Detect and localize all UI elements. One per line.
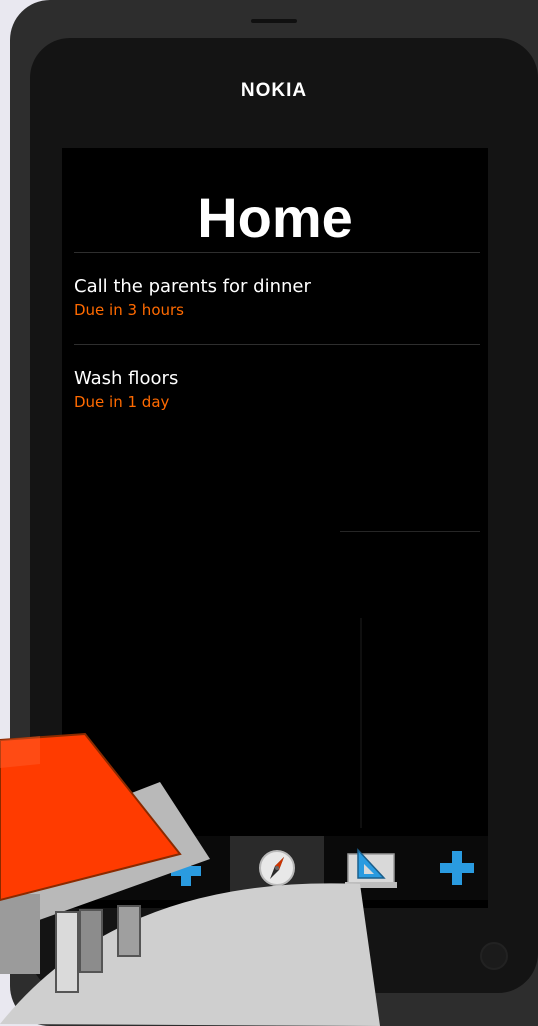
earpiece bbox=[251, 19, 297, 23]
task-divider bbox=[74, 344, 480, 345]
task-due-label: Due in 1 day bbox=[74, 393, 170, 411]
add-task-button[interactable] bbox=[410, 836, 504, 900]
brand-logo: NOKIA bbox=[240, 80, 308, 101]
plus-icon bbox=[440, 851, 474, 885]
list-divider bbox=[340, 531, 480, 532]
front-camera-icon bbox=[480, 942, 508, 970]
task-title: Wash floors bbox=[74, 368, 179, 389]
task-item[interactable]: Wash floors Due in 1 day bbox=[74, 368, 474, 412]
task-due-label: Due in 3 hours bbox=[74, 301, 184, 319]
task-item[interactable]: Call the parents for dinner Due in 3 hou… bbox=[74, 276, 474, 320]
page-title: Home bbox=[197, 186, 353, 249]
title-divider bbox=[74, 252, 480, 253]
house-illustration bbox=[0, 732, 380, 1026]
task-title: Call the parents for dinner bbox=[74, 276, 311, 297]
